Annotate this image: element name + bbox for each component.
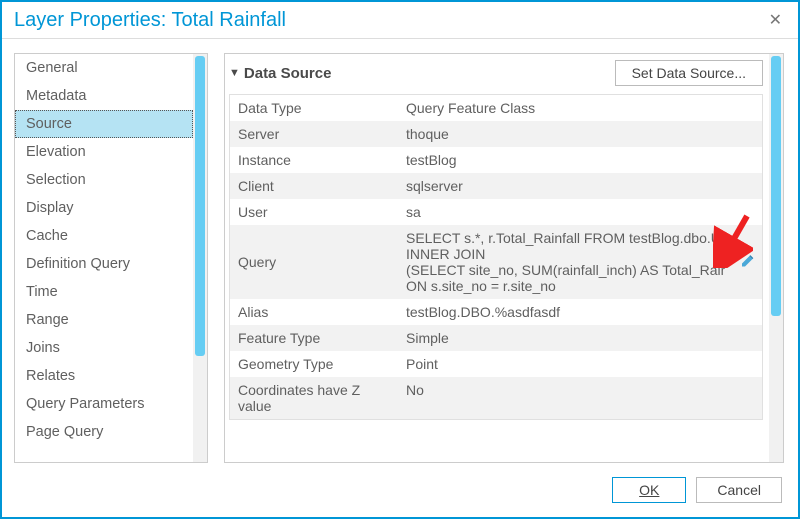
section-title-row[interactable]: ▼ Data Source [229, 65, 331, 82]
sidebar-item-time[interactable]: Time [15, 278, 193, 306]
property-value: Simple [398, 325, 762, 351]
sidebar-item-display[interactable]: Display [15, 194, 193, 222]
property-value: Point [398, 351, 762, 377]
sidebar-item-label: Time [26, 284, 58, 300]
sidebar-item-range[interactable]: Range [15, 306, 193, 334]
sidebar-list: General Metadata Source Elevation Selection D… [15, 54, 193, 462]
main-scrollbar[interactable] [769, 54, 783, 462]
property-label: Alias [230, 299, 398, 325]
table-row: Coordinates have Z valueNo [230, 377, 762, 419]
main-panel: ▼ Data Source Set Data Source... Data Ty… [224, 53, 784, 463]
sidebar-item-label: Elevation [26, 144, 86, 160]
sidebar-item-label: Relates [26, 368, 75, 384]
dialog-footer: OK Cancel [2, 463, 798, 517]
titlebar: Layer Properties: Total Rainfall ✕ [2, 2, 798, 39]
property-label: Data Type [230, 95, 398, 121]
property-label: Query [230, 225, 398, 299]
dialog-body: General Metadata Source Elevation Selection D… [2, 39, 798, 463]
property-value: thoque [398, 121, 762, 147]
caret-down-icon: ▼ [229, 67, 240, 79]
sidebar-item-label: Selection [26, 172, 86, 188]
sidebar-item-joins[interactable]: Joins [15, 334, 193, 362]
property-label: Feature Type [230, 325, 398, 351]
sidebar-item-metadata[interactable]: Metadata [15, 82, 193, 110]
dialog-title: Layer Properties: Total Rainfall [14, 9, 286, 32]
sidebar-item-label: General [26, 60, 78, 76]
sidebar-item-relates[interactable]: Relates [15, 362, 193, 390]
sidebar-item-selection[interactable]: Selection [15, 166, 193, 194]
sidebar-scroll-thumb[interactable] [195, 56, 205, 356]
table-row: QuerySELECT s.*, r.Total_Rainfall FROM t… [230, 225, 762, 299]
table-row: Usersa [230, 199, 762, 225]
property-value: Query Feature Class [398, 95, 762, 121]
table-row: Geometry TypePoint [230, 351, 762, 377]
sidebar-item-general[interactable]: General [15, 54, 193, 82]
sidebar-item-cache[interactable]: Cache [15, 222, 193, 250]
property-label: Instance [230, 147, 398, 173]
table-row: Serverthoque [230, 121, 762, 147]
cancel-button[interactable]: Cancel [696, 477, 782, 503]
main-scroll-thumb[interactable] [771, 56, 781, 316]
sidebar-scrollbar[interactable] [193, 54, 207, 462]
table-row: Clientsqlserver [230, 173, 762, 199]
sidebar-item-label: Query Parameters [26, 396, 144, 412]
properties-table: Data TypeQuery Feature ClassServerthoque… [229, 94, 763, 420]
sidebar-item-label: Source [26, 116, 72, 132]
property-value: sqlserver [398, 173, 762, 199]
section-title: Data Source [244, 65, 332, 82]
dialog-window: Layer Properties: Total Rainfall ✕ Gener… [0, 0, 800, 519]
property-label: Coordinates have Z value [230, 377, 398, 419]
table-row: AliastestBlog.DBO.%asdfasdf [230, 299, 762, 325]
table-row: Feature TypeSimple [230, 325, 762, 351]
sidebar-item-label: Range [26, 312, 69, 328]
property-value: testBlog.DBO.%asdfasdf [398, 299, 762, 325]
sidebar-item-label: Metadata [26, 88, 86, 104]
section-header: ▼ Data Source Set Data Source... [229, 60, 763, 86]
sidebar-item-label: Page Query [26, 424, 103, 440]
property-label: User [230, 199, 398, 225]
pencil-icon[interactable] [740, 253, 756, 272]
table-row: Data TypeQuery Feature Class [230, 95, 762, 121]
property-label: Client [230, 173, 398, 199]
sidebar-item-definition-query[interactable]: Definition Query [15, 250, 193, 278]
sidebar-item-elevation[interactable]: Elevation [15, 138, 193, 166]
property-value: sa [398, 199, 762, 225]
main-content: ▼ Data Source Set Data Source... Data Ty… [225, 54, 769, 462]
property-value: No [398, 377, 762, 419]
sidebar-item-source[interactable]: Source [15, 110, 193, 138]
property-value: testBlog [398, 147, 762, 173]
sidebar: General Metadata Source Elevation Selection D… [14, 53, 208, 463]
property-value: SELECT s.*, r.Total_Rainfall FROM testBl… [398, 225, 762, 299]
set-data-source-button[interactable]: Set Data Source... [615, 60, 763, 86]
sidebar-item-label: Definition Query [26, 256, 130, 272]
property-label: Server [230, 121, 398, 147]
ok-button[interactable]: OK [612, 477, 686, 503]
close-icon[interactable]: ✕ [763, 8, 788, 32]
sidebar-item-label: Joins [26, 340, 60, 356]
table-row: InstancetestBlog [230, 147, 762, 173]
sidebar-item-page-query[interactable]: Page Query [15, 418, 193, 446]
sidebar-item-query-parameters[interactable]: Query Parameters [15, 390, 193, 418]
sidebar-item-label: Display [26, 200, 74, 216]
property-label: Geometry Type [230, 351, 398, 377]
sidebar-item-label: Cache [26, 228, 68, 244]
